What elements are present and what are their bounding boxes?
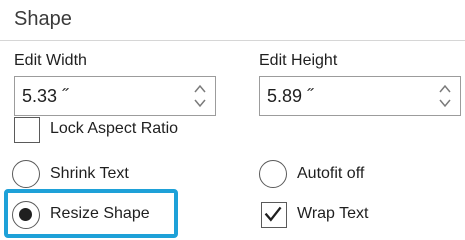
autofit-off-label[interactable]: Autofit off — [297, 165, 364, 183]
shape-section-title: Shape — [14, 8, 72, 30]
spin-arrows-icon[interactable] — [193, 82, 207, 110]
shrink-text-label[interactable]: Shrink Text — [50, 165, 129, 183]
edit-width-label: Edit Width — [14, 52, 87, 69]
wrap-text-checkbox[interactable] — [261, 202, 287, 228]
lock-aspect-ratio-checkbox[interactable] — [14, 117, 40, 143]
edit-width-value[interactable]: 5.33 ˝ — [22, 86, 68, 107]
edit-width-spinner[interactable]: 5.33 ˝ — [14, 76, 216, 116]
wrap-text-label[interactable]: Wrap Text — [297, 205, 368, 223]
autofit-off-radio[interactable] — [259, 160, 287, 188]
edit-height-value[interactable]: 5.89 ˝ — [267, 86, 313, 107]
resize-shape-radio[interactable] — [12, 201, 40, 229]
spin-arrows-icon[interactable] — [438, 82, 452, 110]
edit-height-label: Edit Height — [259, 52, 338, 69]
radio-selected-dot — [19, 208, 32, 221]
shrink-text-radio[interactable] — [12, 160, 40, 188]
resize-shape-label[interactable]: Resize Shape — [50, 205, 150, 223]
lock-aspect-ratio-label[interactable]: Lock Aspect Ratio — [50, 120, 178, 138]
edit-height-spinner[interactable]: 5.89 ˝ — [259, 76, 461, 116]
section-divider — [0, 40, 465, 41]
checkmark-icon — [264, 206, 282, 222]
